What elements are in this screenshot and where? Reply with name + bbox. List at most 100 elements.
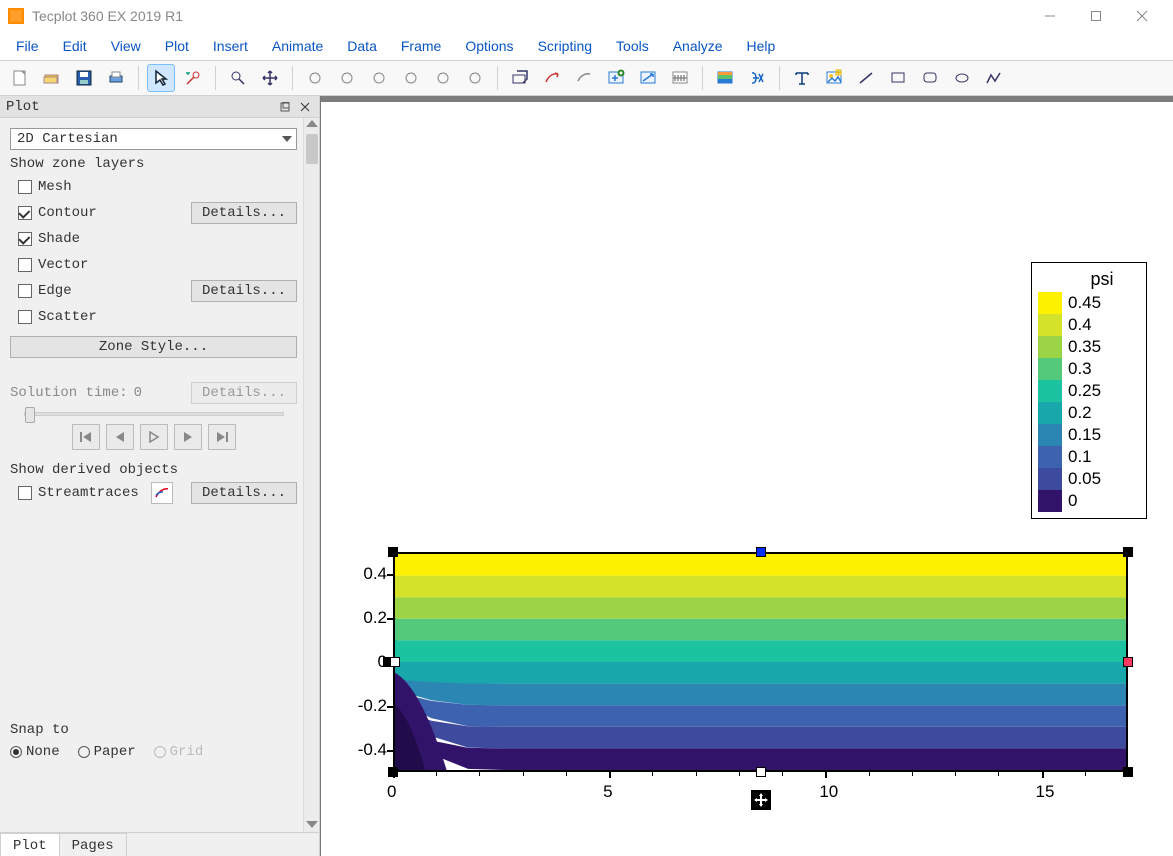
solution-time-slider[interactable] (24, 412, 284, 416)
legend-swatch (1038, 358, 1062, 380)
tool-probe-button[interactable] (179, 64, 207, 92)
media-play-button[interactable] (140, 424, 168, 450)
contour-plot[interactable] (393, 552, 1128, 772)
window-close-button[interactable] (1119, 0, 1165, 32)
snap-paper-radio[interactable] (78, 746, 90, 758)
selection-handle[interactable] (1123, 547, 1133, 557)
solution-time-label: Solution time: (10, 385, 128, 401)
window-minimize-button[interactable] (1027, 0, 1073, 32)
tool-image-button[interactable] (820, 64, 848, 92)
window-maximize-button[interactable] (1073, 0, 1119, 32)
tab-plot[interactable]: Plot (0, 833, 60, 856)
tool-streamtrace-button[interactable] (538, 64, 566, 92)
tool-zoom-button[interactable] (224, 64, 252, 92)
selection-handle[interactable] (1123, 657, 1133, 667)
plot-frame: psi 0.450.40.350.30.250.20.150.10.050 -0… (333, 102, 1167, 850)
layer-mesh-checkbox[interactable] (18, 180, 32, 194)
layer-shade-checkbox[interactable] (18, 232, 32, 246)
menu-analyze[interactable]: Analyze (663, 34, 733, 58)
tool-pointer-button[interactable] (147, 64, 175, 92)
menu-edit[interactable]: Edit (53, 34, 97, 58)
streamtraces-checkbox[interactable] (18, 486, 32, 500)
tool-rotate-yz-button[interactable] (429, 64, 457, 92)
legend-value: 0.05 (1062, 469, 1101, 489)
streamtrace-icon[interactable] (151, 482, 173, 504)
legend-swatch (1038, 336, 1062, 358)
selection-handle[interactable] (756, 547, 766, 557)
layer-edge-checkbox[interactable] (18, 284, 32, 298)
tool-line-button[interactable] (852, 64, 880, 92)
selection-handle[interactable] (388, 547, 398, 557)
tool-ellipse-button[interactable] (948, 64, 976, 92)
menu-help[interactable]: Help (737, 34, 786, 58)
layers-section-label: Show zone layers (10, 156, 297, 172)
window-titlebar: Tecplot 360 EX 2019 R1 (0, 0, 1173, 32)
legend-value: 0.2 (1062, 403, 1092, 423)
panel-scrollbar[interactable] (303, 118, 319, 832)
tool-contour-adj-button[interactable] (666, 64, 694, 92)
menu-insert[interactable]: Insert (203, 34, 258, 58)
plot-canvas[interactable]: psi 0.450.40.350.30.250.20.150.10.050 -0… (320, 96, 1173, 856)
tool-rotate-xy-button[interactable] (397, 64, 425, 92)
layer-contour-checkbox[interactable] (18, 206, 32, 220)
tool-new-button[interactable] (6, 64, 34, 92)
legend-value: 0.45 (1062, 293, 1101, 313)
snap-none-radio[interactable] (10, 746, 22, 758)
panel-close-button[interactable] (297, 99, 313, 115)
tool-save-button[interactable] (70, 64, 98, 92)
tool-open-button[interactable] (38, 64, 66, 92)
tool-pan-button[interactable] (256, 64, 284, 92)
selection-handle[interactable] (756, 767, 766, 777)
tool-rotate-xyz-button[interactable] (301, 64, 329, 92)
app-icon (8, 8, 24, 24)
tool-zone-button[interactable] (711, 64, 739, 92)
media-first-button[interactable] (72, 424, 100, 450)
menu-file[interactable]: File (6, 34, 49, 58)
tool-rotate-z-button[interactable] (461, 64, 489, 92)
menu-scripting[interactable]: Scripting (528, 34, 602, 58)
tool-print-button[interactable] (102, 64, 130, 92)
menu-view[interactable]: View (101, 34, 151, 58)
solution-time-details-button[interactable]: Details... (191, 382, 297, 404)
layer-scatter-checkbox[interactable] (18, 310, 32, 324)
tool-fx-button[interactable] (743, 64, 771, 92)
panel-undock-button[interactable] (277, 99, 293, 115)
media-last-button[interactable] (208, 424, 236, 450)
menu-options[interactable]: Options (455, 34, 523, 58)
zone-style-button[interactable]: Zone Style... (10, 336, 297, 358)
legend-value: 0.3 (1062, 359, 1092, 379)
menu-frame[interactable]: Frame (391, 34, 451, 58)
y-tick-label: 0.4 (353, 564, 387, 584)
move-handle[interactable] (751, 790, 771, 810)
tool-rounded-rect-button[interactable] (916, 64, 944, 92)
snap-grid-radio (154, 746, 166, 758)
tab-pages[interactable]: Pages (59, 833, 127, 856)
menu-plot[interactable]: Plot (155, 34, 199, 58)
snap-paper-label: Paper (94, 744, 136, 760)
tool-slice-button[interactable] (506, 64, 534, 92)
menu-tools[interactable]: Tools (606, 34, 659, 58)
selection-handle[interactable] (390, 657, 400, 667)
layer-contour-details-button[interactable]: Details... (191, 202, 297, 224)
plot-type-select[interactable]: 2D Cartesian (10, 128, 297, 150)
layer-vector-checkbox[interactable] (18, 258, 32, 272)
tool-rotate-y-button[interactable] (365, 64, 393, 92)
selection-handle[interactable] (1123, 767, 1133, 777)
legend-value: 0.35 (1062, 337, 1101, 357)
media-prev-button[interactable] (106, 424, 134, 450)
menu-data[interactable]: Data (337, 34, 387, 58)
tool-rotate-x-button[interactable] (333, 64, 361, 92)
tool-iso-button[interactable] (570, 64, 598, 92)
y-tick-label: 0 (353, 652, 387, 672)
tool-rect-button[interactable] (884, 64, 912, 92)
streamtraces-details-button[interactable]: Details... (191, 482, 297, 504)
tool-extract-button[interactable] (602, 64, 630, 92)
contour-legend[interactable]: psi 0.450.40.350.30.250.20.150.10.050 (1031, 262, 1147, 519)
selection-handle[interactable] (388, 767, 398, 777)
tool-vector-button[interactable] (634, 64, 662, 92)
tool-text-button[interactable] (788, 64, 816, 92)
menu-animate[interactable]: Animate (262, 34, 333, 58)
layer-edge-details-button[interactable]: Details... (191, 280, 297, 302)
tool-polyline-button[interactable] (980, 64, 1008, 92)
media-next-button[interactable] (174, 424, 202, 450)
